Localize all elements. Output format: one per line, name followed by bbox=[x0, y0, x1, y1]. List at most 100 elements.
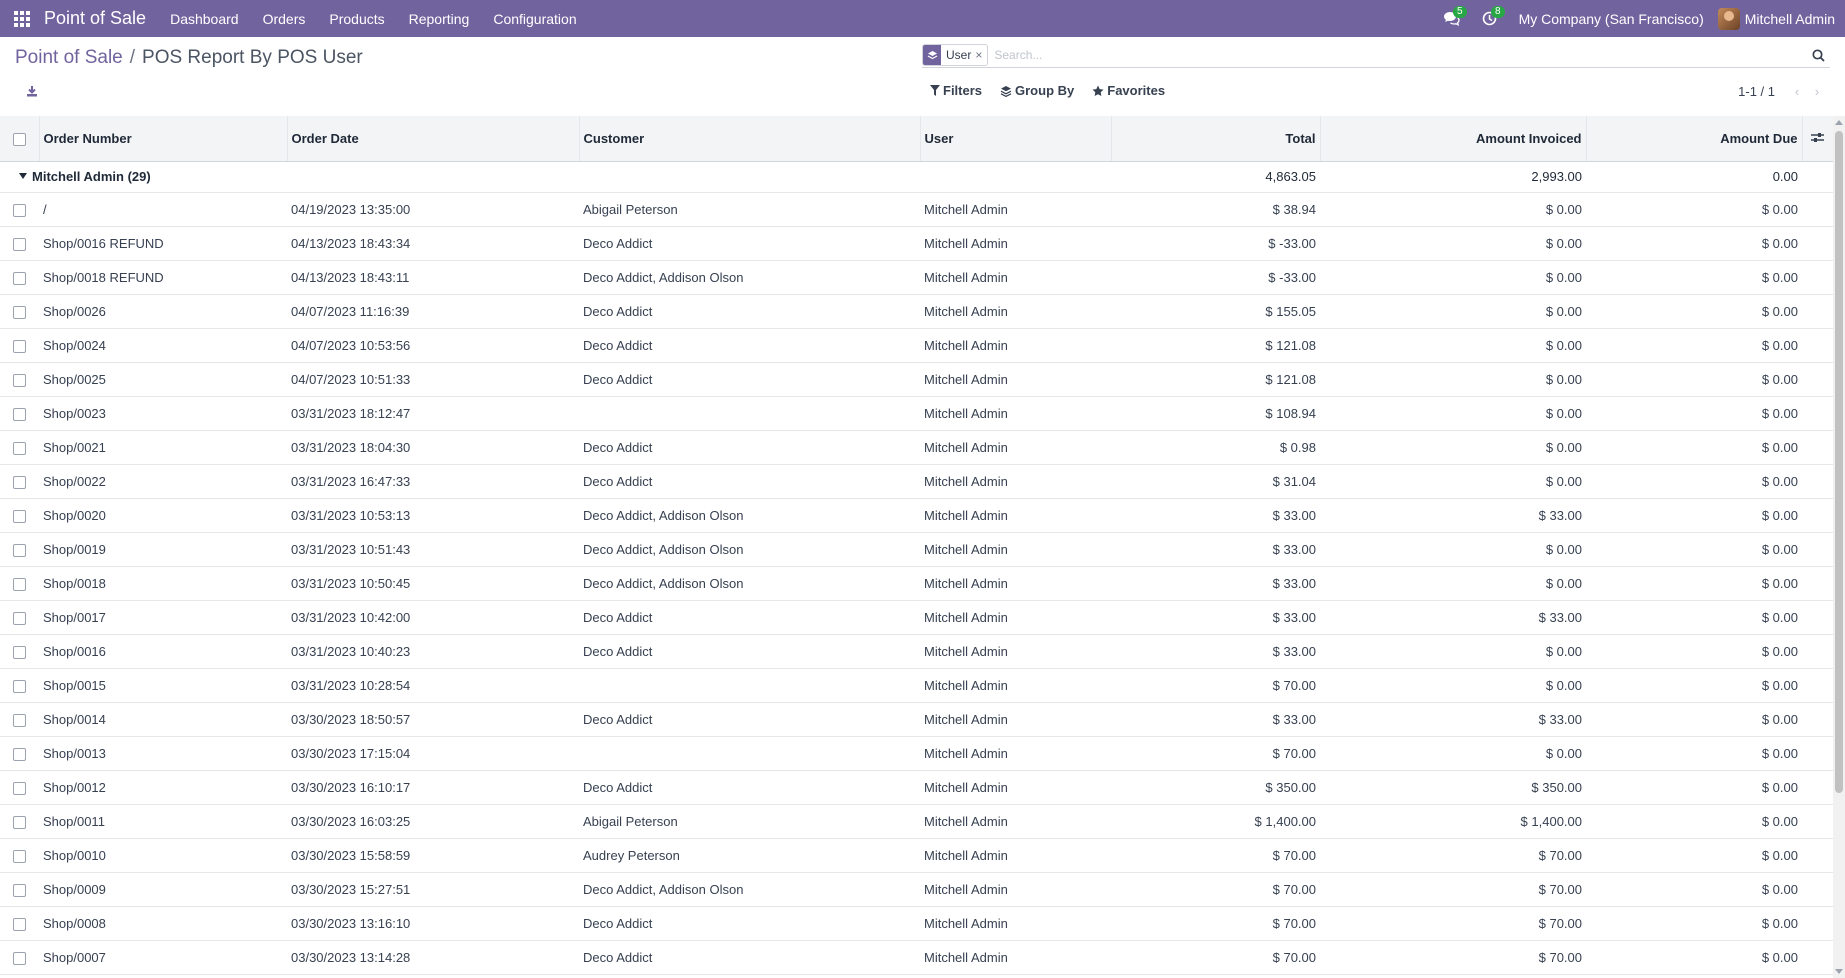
caret-down-icon bbox=[19, 172, 27, 179]
row-checkbox[interactable] bbox=[13, 781, 26, 795]
pager-next-icon[interactable]: › bbox=[1807, 83, 1827, 99]
filters-button[interactable]: Filters bbox=[930, 83, 982, 98]
breadcrumb-parent[interactable]: Point of Sale bbox=[15, 47, 123, 68]
row-checkbox[interactable] bbox=[13, 883, 26, 897]
select-all-checkbox[interactable] bbox=[12, 132, 26, 146]
menu-orders[interactable]: Orders bbox=[251, 11, 318, 27]
table-row[interactable]: Shop/0010 03/30/2023 15:58:59 Audrey Peter… bbox=[0, 838, 1833, 873]
table-row[interactable]: Shop/0017 03/31/2023 10:42:00 Deco Addict M… bbox=[0, 600, 1833, 635]
menu-reporting[interactable]: Reporting bbox=[397, 11, 482, 27]
table-row[interactable]: Shop/0023 03/31/2023 18:12:47 Mitchell Adm… bbox=[0, 396, 1833, 431]
cell-amount-invoiced: $ 70.00 bbox=[1320, 872, 1586, 907]
table-row[interactable]: Shop/0016 03/31/2023 10:40:23 Deco Addict M… bbox=[0, 634, 1833, 669]
scroll-thumb[interactable] bbox=[1835, 131, 1843, 793]
search-options: Filters Group By Favorites bbox=[930, 83, 1183, 98]
row-checkbox[interactable] bbox=[13, 577, 26, 591]
row-checkbox[interactable] bbox=[13, 543, 26, 557]
facet-remove-icon[interactable]: × bbox=[975, 48, 987, 62]
row-checkbox[interactable] bbox=[13, 509, 26, 523]
table-row[interactable]: Shop/0026 04/07/2023 11:16:39 Deco Addict M… bbox=[0, 294, 1833, 329]
row-checkbox[interactable] bbox=[13, 237, 26, 251]
table-row[interactable]: Shop/0018 03/31/2023 10:50:45 Deco Addict,… bbox=[0, 566, 1833, 601]
pager-previous-icon[interactable]: ‹ bbox=[1787, 83, 1807, 99]
table-row[interactable]: Shop/0019 03/31/2023 10:51:43 Deco Addict,… bbox=[0, 532, 1833, 567]
row-spacer bbox=[1802, 566, 1833, 601]
breadcrumb-separator: / bbox=[129, 47, 136, 68]
row-select-cell bbox=[0, 770, 39, 805]
column-order-date[interactable]: Order Date bbox=[287, 116, 580, 162]
scroll-up-icon[interactable] bbox=[1835, 120, 1843, 125]
search-facet-user[interactable]: User × bbox=[922, 44, 989, 66]
row-checkbox[interactable] bbox=[13, 475, 26, 489]
cell-total: $ 31.04 bbox=[1111, 464, 1320, 499]
row-checkbox[interactable] bbox=[13, 747, 26, 761]
table-row[interactable]: Shop/0013 03/30/2023 17:15:04 Mitchell Adm… bbox=[0, 736, 1833, 771]
table-row[interactable]: /04/19/2023 13:35:00 Abigail Peterson Mitc… bbox=[0, 192, 1833, 227]
row-checkbox[interactable] bbox=[13, 203, 26, 217]
menu-products[interactable]: Products bbox=[317, 11, 396, 27]
column-total[interactable]: Total bbox=[1111, 116, 1321, 162]
app-brand[interactable]: Point of Sale bbox=[44, 8, 146, 29]
row-checkbox[interactable] bbox=[13, 373, 26, 387]
menu-configuration[interactable]: Configuration bbox=[481, 11, 588, 27]
cell-amount-due: $ 0.00 bbox=[1586, 702, 1802, 737]
row-checkbox[interactable] bbox=[13, 407, 26, 421]
group-by-button[interactable]: Group By bbox=[1000, 83, 1074, 98]
row-checkbox[interactable] bbox=[13, 679, 26, 693]
group-row[interactable]: Mitchell Admin (29) 4,863.05 2,993.00 0.… bbox=[0, 161, 1833, 193]
row-spacer bbox=[1802, 260, 1833, 295]
table-row[interactable]: Shop/0024 04/07/2023 10:53:56 Deco Addict M… bbox=[0, 328, 1833, 363]
table-row[interactable]: Shop/0021 03/31/2023 18:04:30 Deco Addict M… bbox=[0, 430, 1833, 465]
table-row[interactable]: Shop/0025 04/07/2023 10:51:33 Deco Addict M… bbox=[0, 362, 1833, 397]
messages-button[interactable]: 5 bbox=[1433, 0, 1471, 37]
search-input[interactable] bbox=[992, 47, 1806, 63]
table-row[interactable]: Shop/0016 REFUND 04/13/2023 18:43:34 Deco … bbox=[0, 226, 1833, 261]
column-order-number[interactable]: Order Number bbox=[39, 116, 288, 162]
column-amount-due[interactable]: Amount Due bbox=[1586, 116, 1803, 162]
favorites-button[interactable]: Favorites bbox=[1092, 83, 1165, 98]
column-amount-invoiced[interactable]: Amount Invoiced bbox=[1320, 116, 1587, 162]
company-switcher[interactable]: My Company (San Francisco) bbox=[1509, 11, 1718, 27]
table-row[interactable]: Shop/0020 03/31/2023 10:53:13 Deco Addict,… bbox=[0, 498, 1833, 533]
table-row[interactable]: Shop/0008 03/30/2023 13:16:10 Deco Addict M… bbox=[0, 906, 1833, 941]
cell-order-number: Shop/0007 bbox=[39, 940, 287, 975]
row-checkbox[interactable] bbox=[13, 713, 26, 727]
table-row[interactable]: Shop/0022 03/31/2023 16:47:33 Deco Addict M… bbox=[0, 464, 1833, 499]
table-row[interactable]: Shop/0015 03/31/2023 10:28:54 Mitchell Adm… bbox=[0, 668, 1833, 703]
row-checkbox[interactable] bbox=[13, 815, 26, 829]
column-customer[interactable]: Customer bbox=[579, 116, 921, 162]
search-button[interactable] bbox=[1806, 43, 1830, 67]
row-spacer bbox=[1802, 872, 1833, 907]
table-row[interactable]: Shop/0009 03/30/2023 15:27:51 Deco Addict,… bbox=[0, 872, 1833, 907]
row-checkbox[interactable] bbox=[13, 849, 26, 863]
table-row[interactable]: Shop/0018 REFUND 04/13/2023 18:43:11 Deco … bbox=[0, 260, 1833, 295]
apps-menu-icon[interactable] bbox=[0, 0, 44, 37]
user-menu[interactable]: Mitchell Admin bbox=[1717, 7, 1845, 30]
row-checkbox[interactable] bbox=[13, 339, 26, 353]
optional-columns-toggle[interactable] bbox=[1802, 116, 1833, 162]
row-checkbox[interactable] bbox=[13, 305, 26, 319]
table-row[interactable]: Shop/0011 03/30/2023 16:03:25 Abigail Pete… bbox=[0, 804, 1833, 839]
vertical-scrollbar[interactable] bbox=[1833, 116, 1845, 978]
table-row[interactable]: Shop/0014 03/30/2023 18:50:57 Deco Addict M… bbox=[0, 702, 1833, 737]
row-checkbox[interactable] bbox=[13, 611, 26, 625]
table-row[interactable]: Shop/0007 03/30/2023 13:14:28 Deco Addict M… bbox=[0, 940, 1833, 975]
activities-button[interactable]: 8 bbox=[1471, 0, 1509, 37]
table-row[interactable]: Shop/0012 03/30/2023 16:10:17 Deco Addict M… bbox=[0, 770, 1833, 805]
row-checkbox[interactable] bbox=[13, 645, 26, 659]
cell-total: $ 0.98 bbox=[1111, 430, 1320, 465]
row-select-cell bbox=[0, 872, 39, 907]
menu-dashboard[interactable]: Dashboard bbox=[158, 11, 251, 27]
pager-value[interactable]: 1-1 / 1 bbox=[1738, 84, 1775, 99]
row-checkbox[interactable] bbox=[13, 917, 26, 931]
column-user[interactable]: User bbox=[920, 116, 1112, 162]
row-checkbox[interactable] bbox=[13, 271, 26, 285]
export-button[interactable] bbox=[22, 81, 42, 101]
cell-amount-invoiced: $ 0.00 bbox=[1320, 464, 1586, 499]
cell-order-date: 03/31/2023 18:12:47 bbox=[287, 396, 579, 431]
cell-order-date: 04/19/2023 13:35:00 bbox=[287, 192, 579, 227]
scroll-down-icon[interactable] bbox=[1835, 969, 1843, 974]
cell-amount-invoiced: $ 70.00 bbox=[1320, 906, 1586, 941]
row-checkbox[interactable] bbox=[13, 441, 26, 455]
row-checkbox[interactable] bbox=[13, 951, 26, 965]
